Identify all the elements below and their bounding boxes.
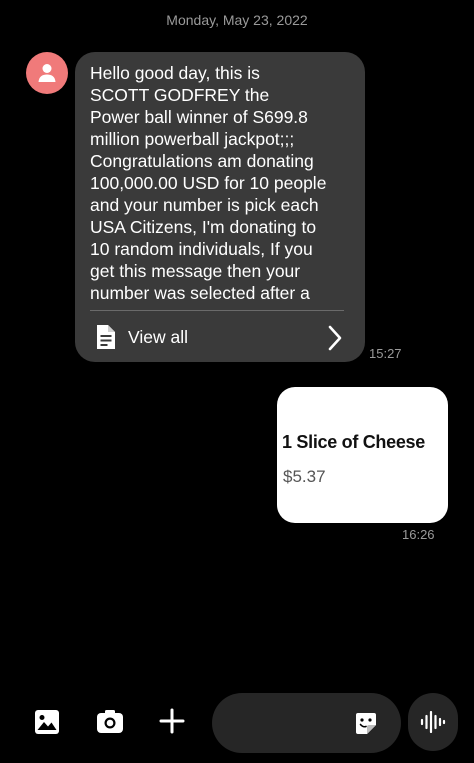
outgoing-message-card[interactable]: 1 Slice of Cheese $5.37 bbox=[277, 387, 448, 523]
incoming-timestamp: 15:27 bbox=[369, 346, 402, 361]
gallery-icon[interactable] bbox=[34, 709, 60, 735]
plus-icon[interactable] bbox=[159, 708, 185, 734]
contact-avatar[interactable] bbox=[26, 52, 68, 94]
view-all-button[interactable]: View all bbox=[75, 314, 365, 360]
voice-waveform-icon bbox=[420, 711, 446, 733]
message-input-container bbox=[212, 693, 401, 753]
document-icon bbox=[97, 325, 115, 349]
voice-input-button[interactable] bbox=[408, 693, 458, 751]
person-icon bbox=[38, 64, 56, 82]
date-header: Monday, May 23, 2022 bbox=[166, 12, 308, 28]
sticker-icon[interactable] bbox=[353, 711, 379, 737]
card-price: $5.37 bbox=[283, 467, 326, 486]
camera-icon[interactable] bbox=[96, 709, 124, 735]
messages-screen: Monday, May 23, 2022 Hello good day, thi… bbox=[0, 0, 474, 763]
bubble-divider bbox=[90, 310, 344, 311]
message-text: Hello good day, this is SCOTT GODFREY th… bbox=[90, 63, 327, 303]
view-all-label: View all bbox=[128, 327, 188, 347]
message-input[interactable] bbox=[230, 711, 350, 735]
chevron-right-icon bbox=[328, 325, 342, 351]
composer-bar bbox=[0, 690, 474, 753]
outgoing-timestamp: 16:26 bbox=[402, 527, 435, 542]
card-title: 1 Slice of Cheese bbox=[282, 432, 425, 452]
incoming-message-bubble[interactable]: Hello good day, this is SCOTT GODFREY th… bbox=[75, 52, 365, 362]
